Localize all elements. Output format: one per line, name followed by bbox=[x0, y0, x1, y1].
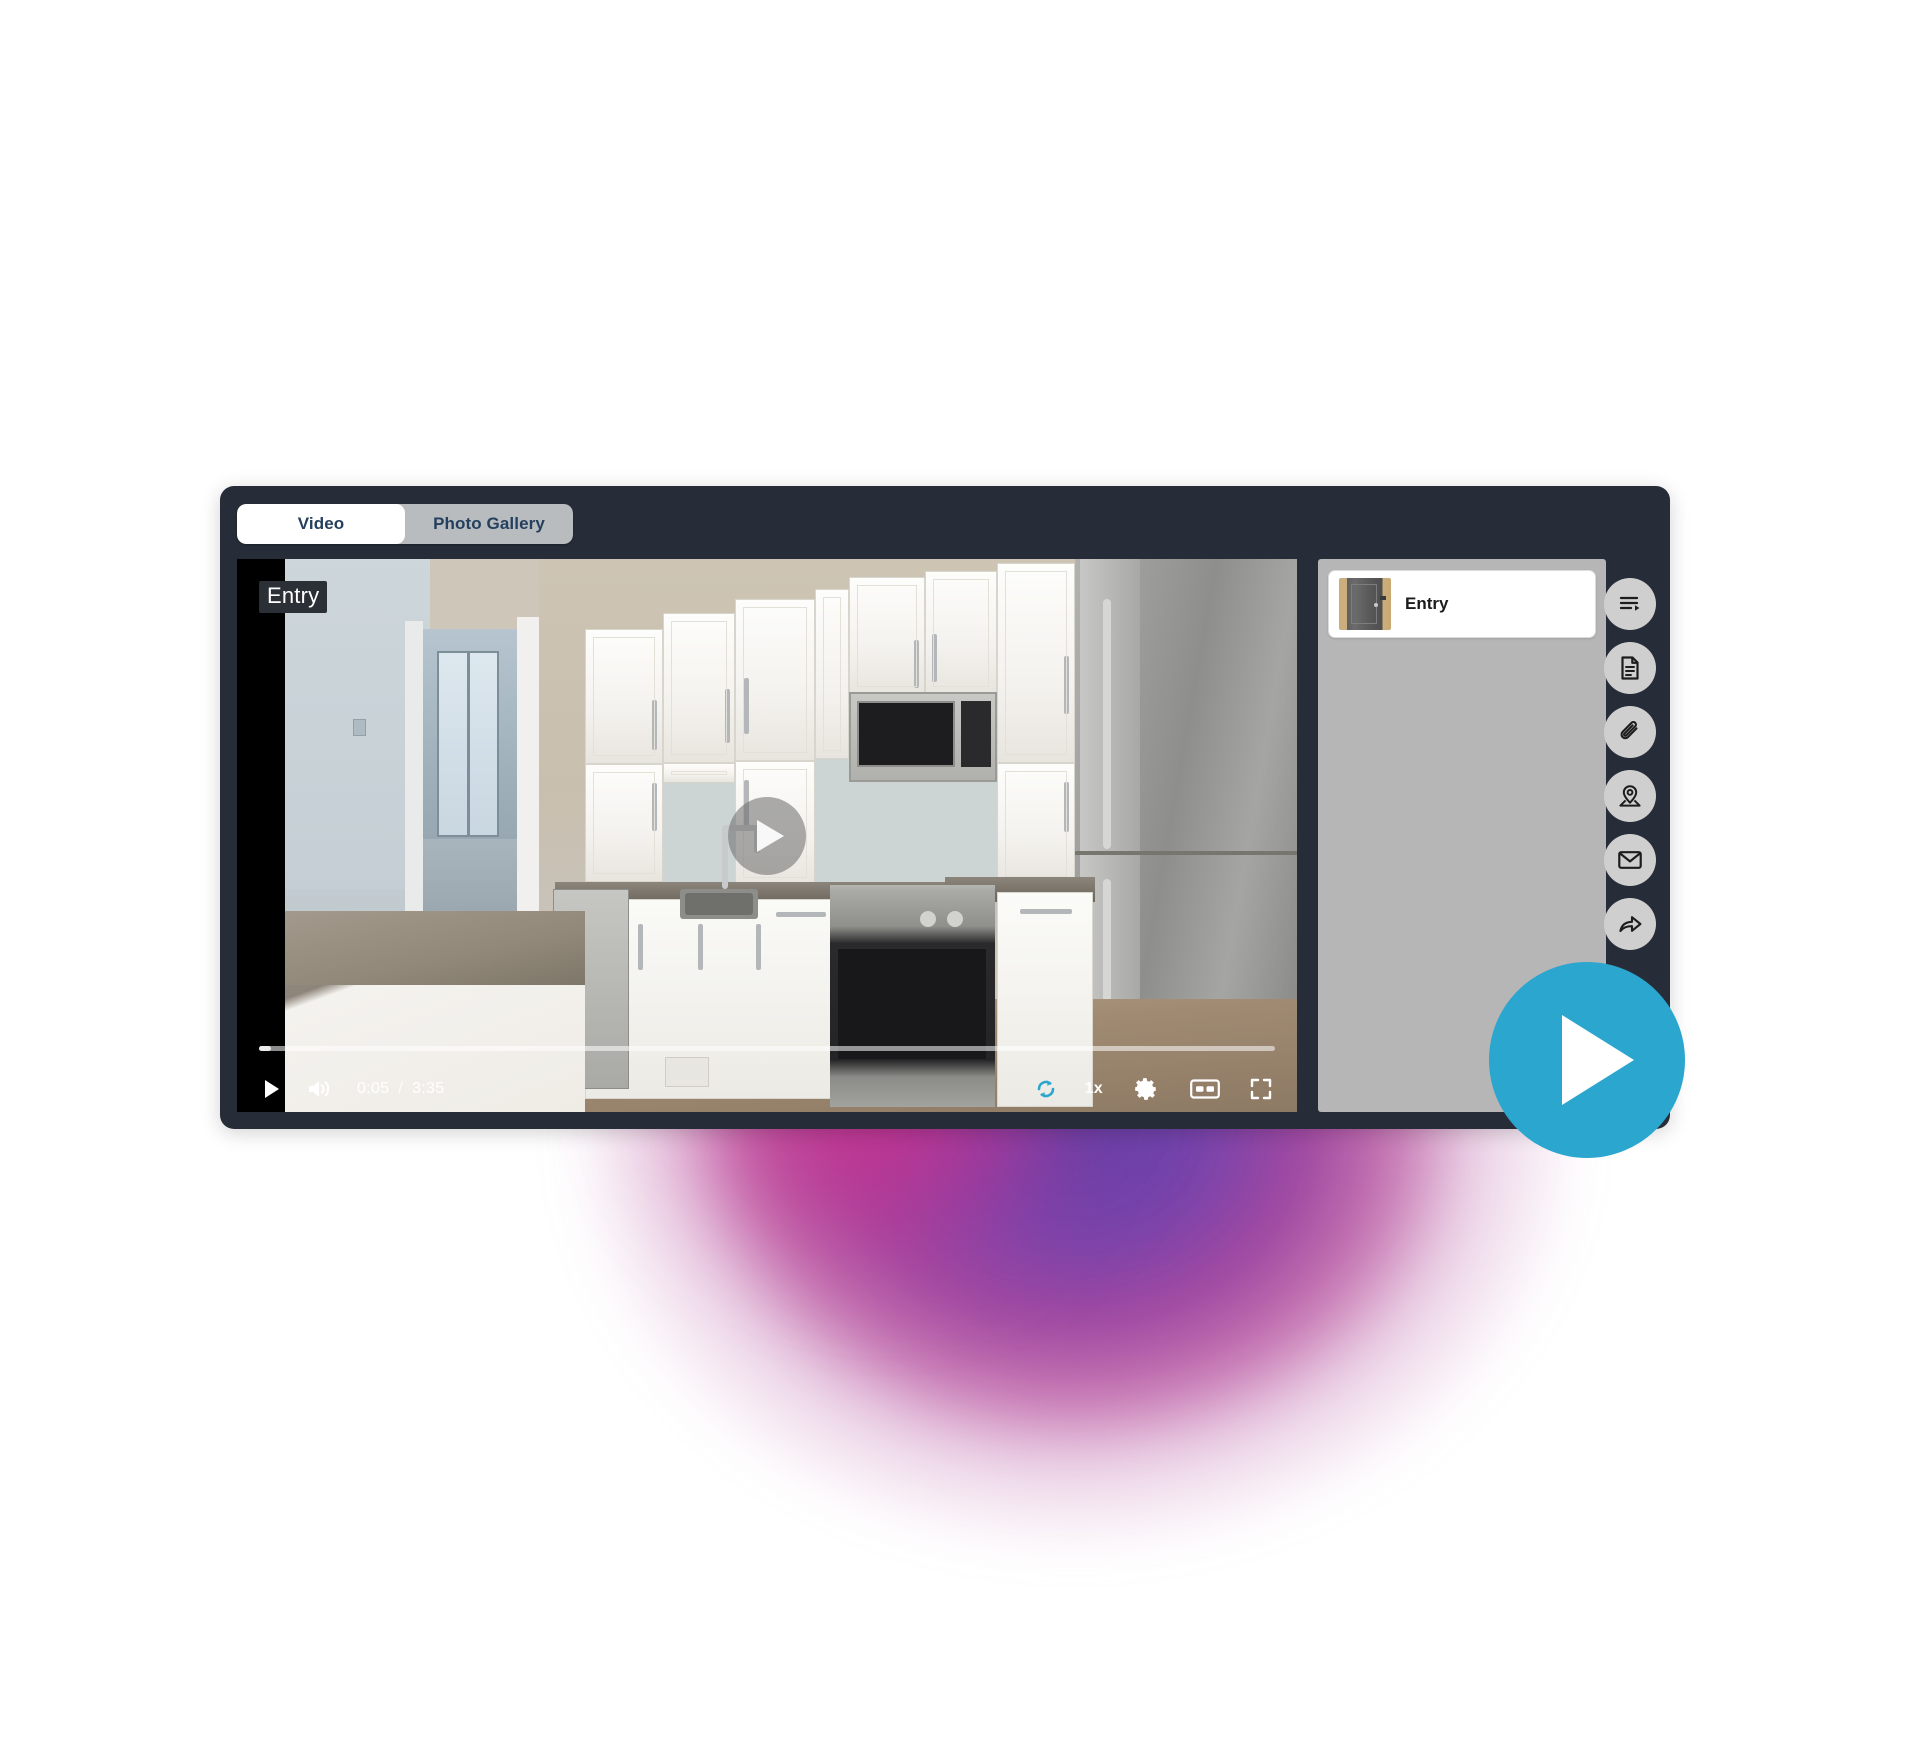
playback-speed-button[interactable]: 1x bbox=[1085, 1080, 1103, 1098]
document-icon bbox=[1621, 656, 1639, 680]
current-time: 0:05 bbox=[357, 1080, 390, 1097]
tab-video-label: Video bbox=[297, 514, 345, 533]
video-player-window: Video Photo Gallery Entry 0:05 / 3:35 1x… bbox=[220, 486, 1670, 1129]
attachment-icon bbox=[1620, 721, 1638, 740]
time-display: 0:05 / 3:35 bbox=[357, 1080, 444, 1098]
loop-button[interactable] bbox=[1029, 1074, 1063, 1104]
play-pause-button[interactable] bbox=[255, 1074, 289, 1104]
action-icon-rail bbox=[1604, 578, 1656, 950]
attachment-button[interactable] bbox=[1604, 706, 1656, 758]
share-button[interactable] bbox=[1604, 898, 1656, 950]
fullscreen-icon bbox=[1250, 1078, 1272, 1100]
fullscreen-button[interactable] bbox=[1247, 1075, 1275, 1103]
video-chapter-label: Entry bbox=[259, 581, 328, 614]
video-controls-bar: 0:05 / 3:35 1x bbox=[237, 1040, 1297, 1112]
duration: 3:35 bbox=[412, 1080, 445, 1097]
loop-icon bbox=[1037, 1080, 1054, 1098]
playlist-icon bbox=[1619, 596, 1640, 611]
chapter-thumbnail bbox=[1339, 578, 1391, 630]
play-icon bbox=[265, 1080, 279, 1098]
captions-button[interactable] bbox=[1189, 1074, 1221, 1104]
email-icon bbox=[1618, 851, 1642, 869]
chapter-label: Entry bbox=[1405, 594, 1449, 613]
hero-play-button[interactable] bbox=[1489, 962, 1685, 1158]
chapter-list-item[interactable]: Entry bbox=[1328, 570, 1596, 638]
play-icon bbox=[757, 819, 784, 852]
play-icon bbox=[1562, 1015, 1634, 1105]
share-icon bbox=[1619, 916, 1642, 933]
tab-photo-gallery[interactable]: Photo Gallery bbox=[396, 504, 573, 544]
location-pin-icon bbox=[1619, 785, 1641, 807]
time-separator: / bbox=[398, 1080, 404, 1097]
volume-icon bbox=[309, 1081, 330, 1097]
tab-video[interactable]: Video bbox=[237, 504, 405, 544]
document-button[interactable] bbox=[1604, 642, 1656, 694]
progress-fill bbox=[259, 1046, 272, 1051]
tab-bar: Video Photo Gallery bbox=[237, 504, 573, 544]
cc-icon bbox=[1190, 1079, 1220, 1099]
progress-scrubber[interactable] bbox=[259, 1046, 1275, 1051]
playlist-button[interactable] bbox=[1604, 578, 1656, 630]
video-stage[interactable]: Entry 0:05 / 3:35 1x bbox=[237, 559, 1297, 1112]
email-button[interactable] bbox=[1604, 834, 1656, 886]
settings-button[interactable] bbox=[1131, 1074, 1161, 1104]
center-play-button[interactable] bbox=[728, 796, 806, 875]
volume-button[interactable] bbox=[299, 1074, 341, 1104]
location-button[interactable] bbox=[1604, 770, 1656, 822]
tab-photo-gallery-label: Photo Gallery bbox=[433, 514, 545, 533]
gear-icon bbox=[1135, 1078, 1157, 1100]
